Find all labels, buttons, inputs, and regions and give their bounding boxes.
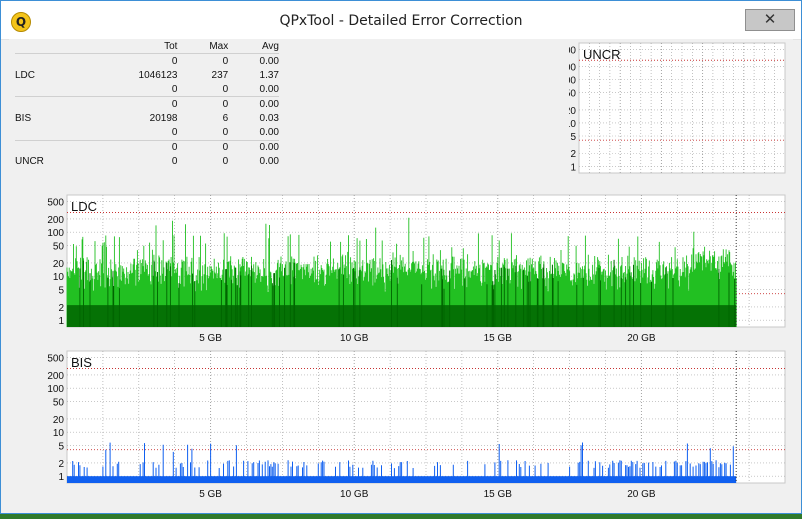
stats-cell: 0	[222, 156, 229, 168]
stats-cell: 0	[222, 83, 229, 95]
y-tick-label: 2	[570, 149, 576, 160]
window-title: QPxTool - Detailed Error Correction	[279, 13, 523, 29]
y-tick-label: 2	[58, 459, 64, 470]
y-tick-label: 10	[53, 428, 65, 439]
stats-cell	[15, 126, 56, 141]
stats-cell: 0	[222, 127, 229, 139]
stats-cell: LDC	[15, 69, 36, 81]
stats-cell: 0.00	[259, 127, 279, 139]
y-tick-label: 50	[569, 89, 576, 100]
stats-cell: 0	[171, 156, 178, 168]
x-tick-label: 20 GB	[627, 489, 656, 499]
y-tick-label: 5	[58, 441, 64, 452]
stats-cell: 0.00	[228, 96, 279, 112]
x-tick-label: 10 GB	[340, 333, 369, 344]
stats-cell: BIS	[15, 113, 32, 125]
stats-cell: 1046123	[138, 69, 178, 81]
y-tick-label: 500	[47, 353, 64, 364]
x-tick-label: 15 GB	[484, 489, 513, 499]
title-bar[interactable]: Q QPxTool - Detailed Error Correction ✕	[1, 1, 801, 40]
stats-cell	[15, 139, 56, 155]
y-tick-label: 50	[53, 241, 65, 252]
y-tick-label: 1	[58, 472, 64, 483]
stats-cell: 0	[177, 96, 229, 112]
x-tick-label: 20 GB	[627, 333, 656, 344]
stats-row: 0 0 0.00	[15, 53, 279, 69]
stats-row: 0 0 0.00	[15, 82, 279, 97]
stats-cell: 1.37	[259, 69, 279, 81]
y-tick-label: 20	[53, 415, 65, 426]
stats-cell	[15, 53, 56, 69]
x-tick-label: 5 GB	[199, 333, 222, 344]
stats-row: UNCR 0 0 0.00	[15, 155, 279, 169]
chart-title: LDC	[71, 199, 97, 214]
stats-row: 0 0 0.00	[15, 126, 279, 141]
y-tick-label: 500	[47, 197, 64, 208]
stats-row: LDC 1046123 237 1.37	[15, 68, 279, 82]
chart-title: BIS	[71, 355, 92, 370]
x-tick-label: 5 GB	[199, 489, 222, 499]
chart-title: UNCR	[583, 47, 621, 62]
y-tick-label: 100	[47, 384, 64, 395]
y-tick-label: 100	[569, 76, 576, 87]
stats-cell	[15, 82, 56, 97]
y-tick-label: 5	[570, 132, 576, 143]
stats-header-cell: Avg	[261, 40, 279, 52]
y-tick-label: 2	[58, 303, 64, 314]
y-tick-label: 1	[570, 162, 576, 173]
stats-cell: 0	[55, 139, 178, 155]
y-tick-label: 50	[53, 397, 65, 408]
stats-cell: 20198	[149, 113, 178, 125]
close-button[interactable]: ✕	[745, 9, 795, 31]
stats-cell: 0.03	[259, 113, 279, 125]
y-tick-label: 10	[53, 272, 65, 283]
bis-chart: 1 2 5 10 20 50 100 200 500 5 GB 10 GB 15 GB 20 GB BIS	[47, 350, 786, 499]
stats-row: 0 0 0.00	[15, 139, 279, 155]
y-tick-label: 100	[47, 228, 64, 239]
stats-cell: 0	[177, 139, 229, 155]
ldc-bar-series-dark	[67, 305, 737, 327]
y-tick-label: 1	[58, 316, 64, 327]
stats-cell: 0	[171, 83, 178, 95]
error-stats-table: Tot Max Avg 0 0 0.00 LDC 1046123 237 1.37 0 0 0.00 0 0…	[15, 39, 279, 169]
stats-cell: 6	[222, 113, 229, 125]
stats-row: 0 0 0.00	[15, 96, 279, 112]
stats-cell: 0.00	[228, 139, 279, 155]
stats-cell: 0.00	[259, 83, 279, 95]
y-tick-label: 500	[569, 45, 576, 56]
window-client-area: Tot Max Avg 0 0 0.00 LDC 1046123 237 1.37 0 0 0.00 0 0…	[9, 39, 793, 507]
x-tick-label: 10 GB	[340, 489, 369, 499]
y-tick-label: 20	[569, 106, 576, 117]
stats-header-cell	[15, 39, 56, 54]
y-tick-label: 200	[47, 371, 64, 382]
x-tick-label: 15 GB	[484, 333, 513, 344]
y-tick-label: 5	[58, 285, 64, 296]
y-tick-label: 200	[47, 215, 64, 226]
stats-cell: 0	[55, 53, 178, 69]
qpxtool-window: Q QPxTool - Detailed Error Correction ✕ …	[0, 0, 802, 514]
stats-cell: 0	[177, 53, 229, 69]
stats-cell: 0	[55, 96, 178, 112]
stats-cell: 0.00	[259, 156, 279, 168]
y-tick-label: 20	[53, 259, 65, 270]
stats-cell	[15, 96, 56, 112]
stats-row: BIS 20198 6 0.03	[15, 112, 279, 126]
stats-header-row: Tot Max Avg	[15, 39, 279, 54]
stats-cell: 237	[211, 69, 229, 81]
y-tick-label: 200	[569, 63, 576, 74]
ldc-chart: 1 2 5 10 20 50 100 200 500 5 GB 10 GB 15 GB 20 GB LDC	[47, 194, 786, 344]
stats-cell: 0	[171, 127, 178, 139]
y-tick-label: 10	[569, 119, 576, 130]
stats-cell: UNCR	[15, 156, 44, 168]
stats-header-cell: Max	[209, 40, 229, 52]
uncr-chart: 1251020501002005005 GB10 GB15 GB20 GBUNC…	[569, 42, 786, 174]
stats-cell: 0.00	[228, 53, 279, 69]
stats-header-cell: Tot	[164, 40, 178, 52]
